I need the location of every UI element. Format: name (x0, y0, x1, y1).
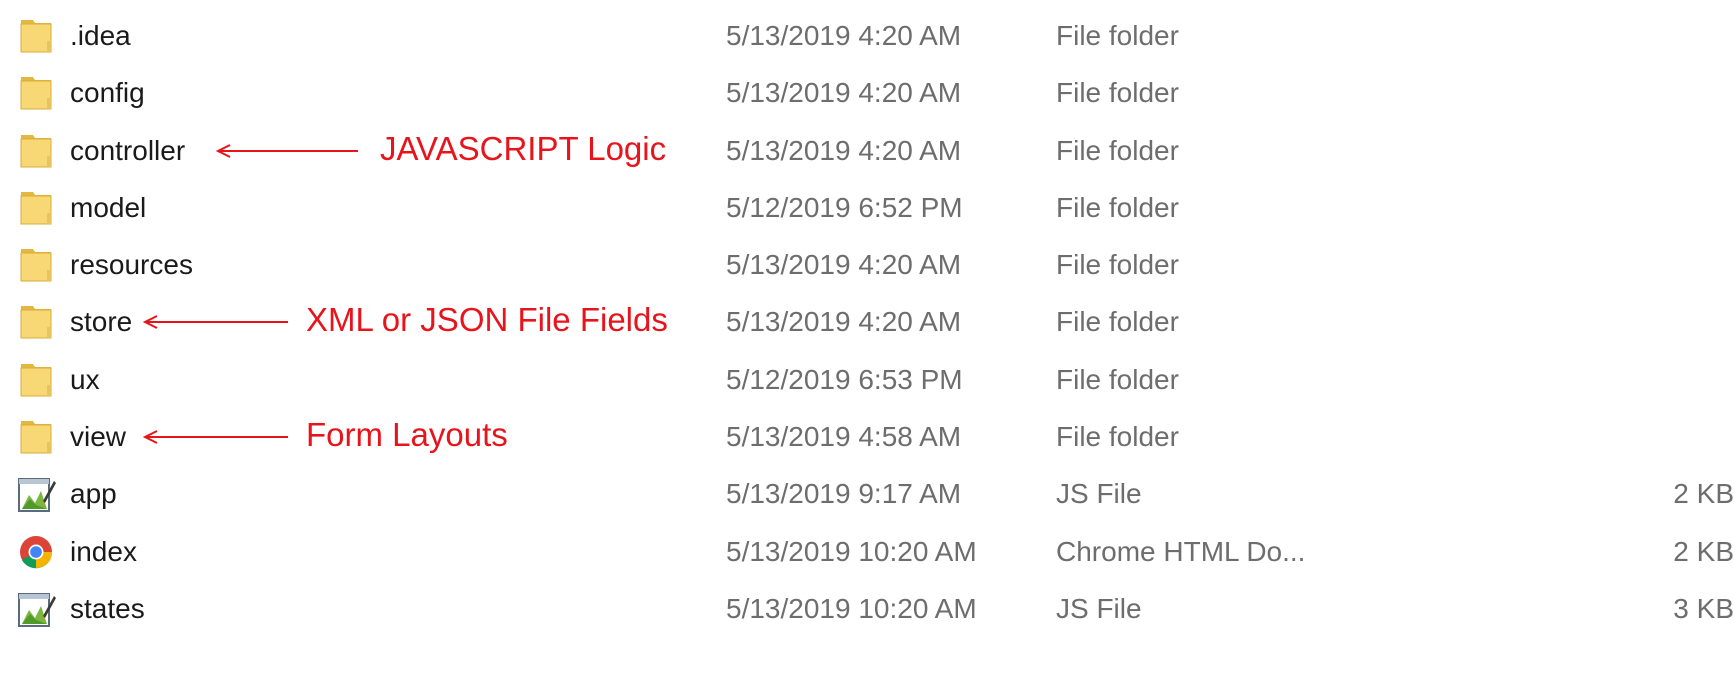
file-name: .idea (70, 20, 131, 51)
file-type: File folder (1056, 363, 1179, 395)
file-date-modified: 5/13/2019 10:20 AM (726, 535, 977, 567)
file-type: File folder (1056, 134, 1179, 166)
file-row[interactable]: resources 5/13/2019 4:20 AM File folder (0, 235, 1734, 292)
annotation-label: XML or JSON File Fields (306, 301, 668, 339)
file-name: states (70, 592, 145, 624)
folder-icon (17, 418, 55, 456)
file-list: .idea 5/13/2019 4:20 AM File folder config… (0, 6, 1734, 636)
js-file-icon (17, 475, 56, 513)
file-name: index (70, 535, 137, 567)
file-row[interactable]: states 5/13/2019 10:20 AM JS File 3 KB (0, 579, 1734, 636)
folder-icon (17, 132, 55, 170)
folder-icon (17, 17, 55, 55)
file-name: view (70, 421, 127, 453)
file-date-modified: 5/13/2019 10:20 AM (726, 592, 977, 624)
file-name: config (70, 77, 145, 109)
file-type: JS File (1056, 478, 1142, 510)
file-type: File folder (1056, 421, 1179, 453)
file-date-modified: 5/13/2019 9:17 AM (726, 478, 962, 510)
file-type: File folder (1056, 77, 1179, 109)
file-date-modified: 5/13/2019 4:58 AM (726, 421, 962, 453)
file-row[interactable]: config 5/13/2019 4:20 AM File folder (0, 63, 1734, 120)
file-row[interactable]: store 5/13/2019 4:20 AM File folder XML or … (0, 292, 1734, 349)
file-row[interactable]: .idea 5/13/2019 4:20 AM File folder (0, 6, 1734, 63)
folder-icon (17, 361, 55, 399)
file-name: store (70, 306, 133, 338)
file-date-modified: 5/13/2019 4:20 AM (726, 134, 962, 166)
file-date-modified: 5/12/2019 6:53 PM (726, 363, 963, 395)
file-row[interactable]: controller 5/13/2019 4:20 AM File folder JA… (0, 121, 1734, 178)
file-type: File folder (1056, 191, 1179, 223)
folder-icon (17, 303, 55, 341)
file-date-modified: 5/13/2019 4:20 AM (726, 20, 962, 51)
file-size: 3 KB (1673, 592, 1734, 624)
file-size: 2 KB (1673, 478, 1734, 510)
file-date-modified: 5/13/2019 4:20 AM (726, 306, 962, 338)
js-file-icon (17, 590, 56, 628)
file-row[interactable]: index 5/13/2019 10:20 AM Chrome HTML Do...… (0, 522, 1734, 579)
chrome-icon (17, 533, 55, 571)
file-type: File folder (1056, 249, 1179, 281)
file-type: Chrome HTML Do... (1056, 535, 1306, 567)
file-row[interactable]: view 5/13/2019 4:58 AM File folder Form Lay… (0, 407, 1734, 464)
file-name: resources (70, 249, 193, 281)
file-name: controller (70, 134, 186, 166)
file-size: 2 KB (1673, 535, 1734, 567)
file-name: ux (70, 363, 100, 395)
annotation-label: JAVASCRIPT Logic (380, 129, 667, 167)
file-date-modified: 5/13/2019 4:20 AM (726, 77, 962, 109)
file-date-modified: 5/13/2019 4:20 AM (726, 249, 962, 281)
file-row[interactable]: model 5/12/2019 6:52 PM File folder (0, 178, 1734, 235)
file-name: model (70, 191, 147, 223)
file-type: File folder (1056, 20, 1179, 51)
file-type: JS File (1056, 592, 1142, 624)
file-type: File folder (1056, 306, 1179, 338)
file-name: app (70, 478, 117, 510)
folder-icon (17, 189, 55, 227)
folder-icon (17, 74, 55, 112)
file-row[interactable]: ux 5/12/2019 6:53 PM File folder (0, 350, 1734, 407)
file-date-modified: 5/12/2019 6:52 PM (726, 191, 963, 223)
annotation-label: Form Layouts (306, 416, 508, 454)
folder-icon (17, 246, 55, 284)
file-row[interactable]: app 5/13/2019 9:17 AM JS File 2 KB (0, 464, 1734, 521)
